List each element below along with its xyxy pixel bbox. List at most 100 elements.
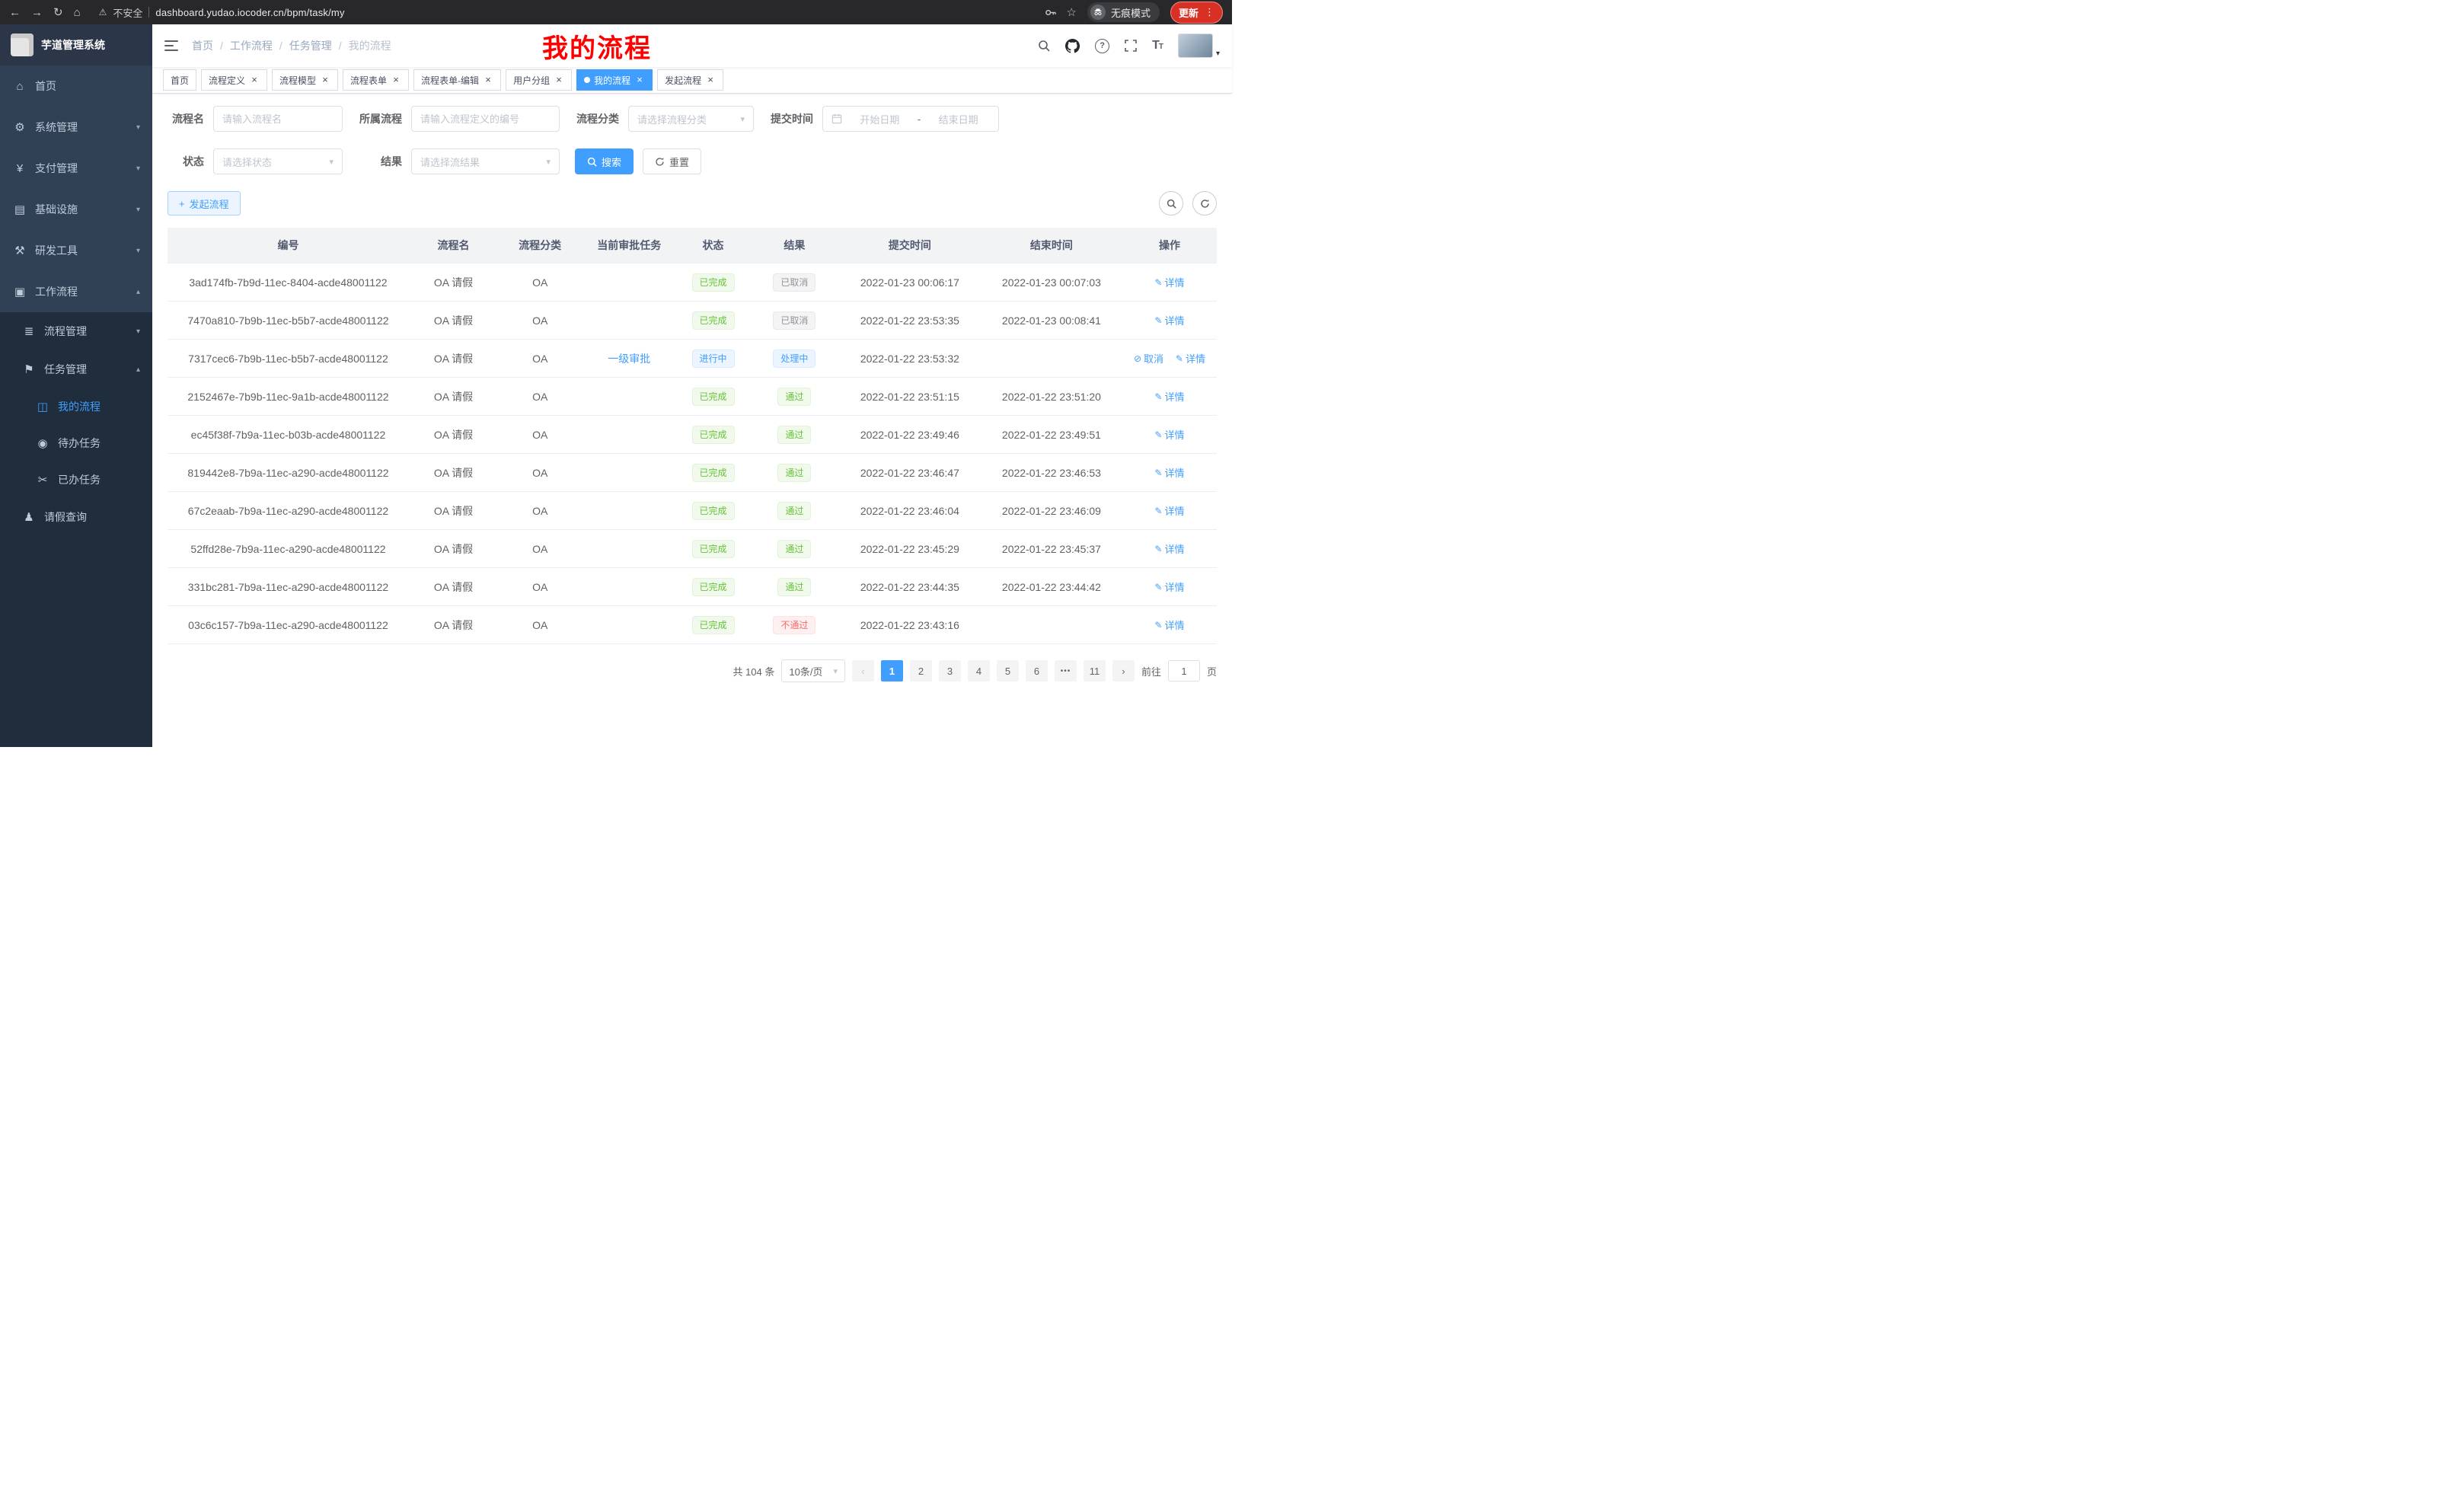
field-label: 流程名 [168,111,204,126]
tab-process-definition[interactable]: 流程定义 × [201,69,267,91]
tab-process-form[interactable]: 流程表单 × [343,69,409,91]
breadcrumb-item-workflow[interactable]: 工作流程 [230,38,273,53]
create-process-button[interactable]: + 发起流程 [168,191,241,215]
page-number-last[interactable]: 11 [1084,660,1106,682]
update-button[interactable]: 更新 ⋮ [1170,2,1223,24]
page-number-2[interactable]: 2 [910,660,932,682]
page-number-5[interactable]: 5 [997,660,1019,682]
category-select[interactable]: 请选择流程分类 ▾ [628,106,754,132]
breadcrumb-item-home[interactable]: 首页 [192,38,213,53]
detail-link[interactable]: ✎详情 [1154,579,1184,594]
search-button[interactable]: 搜索 [575,148,634,174]
tab-home[interactable]: 首页 [163,69,196,91]
sidebar-item-done-tasks[interactable]: ✂ 已办任务 [0,461,152,498]
cell-result: 通过 [750,492,839,530]
close-icon[interactable]: × [391,75,401,85]
sidebar-item-workflow[interactable]: ▣ 工作流程 ▴ [0,271,152,312]
close-icon[interactable]: × [320,75,330,85]
search-button-label: 搜索 [602,155,621,169]
detail-link[interactable]: ✎详情 [1154,618,1184,632]
sidebar-item-task-mgmt[interactable]: ⚑ 任务管理 ▴ [0,350,152,388]
grid-icon: ▤ [12,203,27,216]
reset-button[interactable]: 重置 [643,148,701,174]
page-number-6[interactable]: 6 [1026,660,1048,682]
current-task-link[interactable]: 一级审批 [608,353,650,365]
tab-label: 首页 [171,74,189,87]
prev-page-button[interactable]: ‹ [852,660,874,682]
browser-menu-icon[interactable]: ⋮ [1205,6,1214,18]
cell-submit-time: 2022-01-22 23:45:29 [839,530,981,568]
forward-icon[interactable]: → [31,6,43,19]
status-select[interactable]: 请选择状态 ▾ [213,148,343,174]
detail-link[interactable]: ✎详情 [1154,541,1184,556]
detail-link[interactable]: ✎详情 [1154,465,1184,480]
close-icon[interactable]: × [249,75,260,85]
password-key-icon[interactable] [1045,7,1056,18]
breadcrumb-item-task-mgmt[interactable]: 任务管理 [289,38,332,53]
detail-link[interactable]: ✎详情 [1154,503,1184,518]
page-number-4[interactable]: 4 [968,660,990,682]
detail-link[interactable]: ✎详情 [1154,313,1184,327]
sidebar-item-process-mgmt[interactable]: ≣ 流程管理 ▾ [0,312,152,350]
cancel-link[interactable]: ⊘取消 [1134,351,1163,366]
refresh-table-icon[interactable] [1192,191,1217,215]
bookmark-star-icon[interactable]: ☆ [1067,5,1077,19]
close-icon[interactable]: × [554,75,564,85]
detail-link[interactable]: ✎详情 [1154,275,1184,289]
home-icon[interactable]: ⌂ [74,6,81,19]
url-text[interactable]: dashboard.yudao.iocoder.cn/bpm/task/my [155,7,344,18]
hamburger-icon[interactable] [164,40,178,52]
sidebar-item-system[interactable]: ⚙ 系统管理 ▾ [0,107,152,148]
breadcrumb: 首页 / 工作流程 / 任务管理 / 我的流程 [192,38,391,53]
tab-process-model[interactable]: 流程模型 × [272,69,338,91]
tab-process-form-edit[interactable]: 流程表单-编辑 × [413,69,501,91]
goto-page-input[interactable] [1168,660,1200,682]
search-icon[interactable] [1038,40,1050,52]
result-select[interactable]: 请选择流结果 ▾ [411,148,560,174]
process-name-input[interactable] [213,106,343,132]
toggle-search-icon[interactable] [1159,191,1183,215]
yen-icon: ¥ [12,162,27,175]
process-key-input[interactable] [411,106,560,132]
reload-icon[interactable]: ↻ [53,5,63,19]
sidebar-item-payment[interactable]: ¥ 支付管理 ▾ [0,148,152,189]
address-bar[interactable]: ⚠ 不安全 dashboard.yudao.iocoder.cn/bpm/tas… [99,5,345,20]
sidebar-item-todo-tasks[interactable]: ◉ 待办任务 [0,425,152,461]
back-icon[interactable]: ← [9,6,21,19]
pagination-total: 共 104 条 [732,664,774,678]
sidebar-item-my-process[interactable]: ◫ 我的流程 [0,388,152,425]
cell-current-task: 一级审批 [582,340,676,378]
detail-link[interactable]: ✎详情 [1154,427,1184,442]
sidebar-item-infrastructure[interactable]: ▤ 基础设施 ▾ [0,189,152,230]
tab-my-process[interactable]: 我的流程 × [576,69,653,91]
tab-user-group[interactable]: 用户分组 × [506,69,572,91]
sidebar-item-home[interactable]: ⌂ 首页 [0,65,152,107]
sidebar-item-leave-query[interactable]: ♟ 请假查询 [0,498,152,536]
sidebar-item-devtools[interactable]: ⚒ 研发工具 ▾ [0,230,152,271]
close-icon[interactable]: × [705,75,716,85]
page-number-1[interactable]: 1 [881,660,903,682]
page-number-3[interactable]: 3 [939,660,961,682]
fullscreen-icon[interactable] [1125,40,1137,52]
user-avatar[interactable]: ▾ [1178,34,1220,58]
close-icon[interactable]: × [483,75,493,85]
tab-label: 流程定义 [209,74,245,87]
update-label[interactable]: 更新 [1179,5,1198,20]
cell-id: 2152467e-7b9b-11ec-9a1b-acde48001122 [168,378,409,416]
detail-link[interactable]: ✎详情 [1154,389,1184,404]
github-icon[interactable] [1065,39,1080,53]
page-size-select[interactable]: 10条/页 ▾ [781,659,845,682]
sidebar-item-label: 工作流程 [35,284,78,299]
more-pages-icon[interactable]: ••• [1055,660,1077,682]
start-date-placeholder[interactable]: 开始日期 [848,112,911,126]
security-label[interactable]: 不安全 [113,5,142,20]
detail-link[interactable]: ✎详情 [1176,351,1205,366]
tab-start-process[interactable]: 发起流程 × [657,69,723,91]
help-icon[interactable]: ? [1095,39,1109,53]
submit-time-range-picker[interactable]: 开始日期 - 结束日期 [822,106,999,132]
cell-id: 7317cec6-7b9b-11ec-b5b7-acde48001122 [168,340,409,378]
next-page-button[interactable]: › [1112,660,1135,682]
close-icon[interactable]: × [634,75,645,85]
end-date-placeholder[interactable]: 结束日期 [927,112,990,126]
font-size-icon[interactable]: TT [1152,39,1163,53]
